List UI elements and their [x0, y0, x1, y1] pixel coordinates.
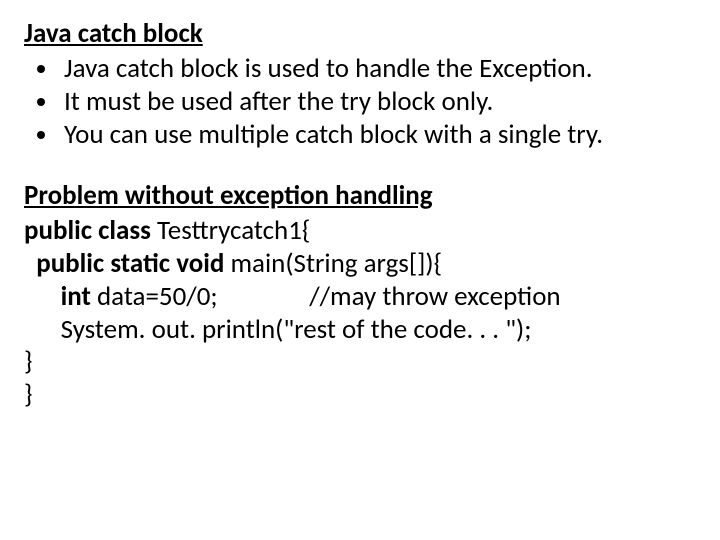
code-keyword: public class [24, 214, 151, 247]
slide: Java catch block Java catch block is use… [0, 0, 720, 540]
code-keyword: int [24, 280, 91, 313]
code-text: } [24, 378, 33, 411]
code-block: public class Testtrycatch1{ public stati… [24, 215, 696, 413]
code-text: System. out. println("rest of the code. … [24, 313, 531, 346]
code-text: } [24, 345, 33, 378]
code-keyword: public static void [24, 247, 224, 280]
section1-bullets: Java catch block is used to handle the E… [24, 53, 696, 152]
code-text: main(String args[]){ [224, 247, 442, 280]
list-item: It must be used after the try block only… [60, 86, 696, 119]
section2-heading: Problem without exception handling [24, 180, 696, 213]
section1-heading: Java catch block [24, 18, 696, 51]
code-text: Testtrycatch1{ [151, 214, 310, 247]
list-item: Java catch block is used to handle the E… [60, 53, 696, 86]
code-text: data=50/0; //may throw exception [91, 280, 561, 313]
list-item: You can use multiple catch block with a … [60, 119, 696, 152]
spacer [24, 152, 696, 180]
